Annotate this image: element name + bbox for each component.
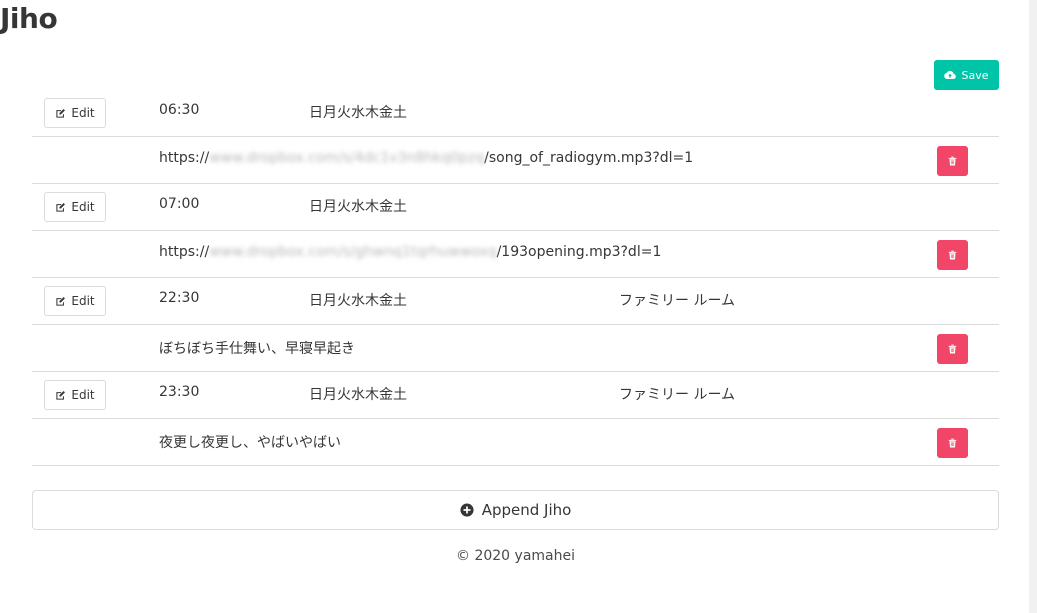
append-jiho-button[interactable]: Append Jiho <box>32 490 999 530</box>
entry-days: 日月火水木金土 <box>309 199 407 215</box>
trash-icon <box>948 344 957 354</box>
table-row: https://www.dropbox.com/s/ghwnq1tqrhuwwo… <box>32 231 999 278</box>
entry-days: 日月火水木金土 <box>309 293 407 309</box>
content-prefix: https:// <box>159 244 210 260</box>
trash-icon <box>948 250 957 260</box>
edit-button[interactable]: Edit <box>44 380 106 410</box>
delete-button[interactable] <box>937 146 968 176</box>
append-jiho-label: Append Jiho <box>481 501 572 519</box>
table-row: ぼちぼち手仕舞い、早寝早起き <box>32 325 999 372</box>
table-row: https://www.dropbox.com/s/4dc1v3n8hkq0pz… <box>32 137 999 184</box>
entry-time: 23:30 <box>159 384 200 400</box>
edit-button[interactable]: Edit <box>44 192 106 222</box>
save-button-label: Save <box>961 68 989 82</box>
entry-time: 06:30 <box>159 102 200 118</box>
page-title: Jiho <box>0 2 58 35</box>
edit-button-label: Edit <box>71 388 95 402</box>
entry-days: 日月火水木金土 <box>309 387 407 403</box>
entry-time: 22:30 <box>159 290 200 306</box>
trash-icon <box>948 438 957 448</box>
table-row: Edit 22:30 日月火水木金土 ファミリー ルーム <box>32 278 999 325</box>
trash-icon <box>948 156 957 166</box>
jiho-table: Edit 06:30 日月火水木金土 https://www.dropbox.c… <box>32 90 999 466</box>
entry-content: https://www.dropbox.com/s/4dc1v3n8hkq0pz… <box>159 150 693 166</box>
delete-button[interactable] <box>937 240 968 270</box>
footer-copyright: © 2020 yamahei <box>456 548 575 564</box>
delete-button[interactable] <box>937 334 968 364</box>
table-row: 夜更し夜更し、やばいやばい <box>32 419 999 466</box>
content-prefix: 夜更し夜更し、やばいやばい <box>159 435 341 451</box>
entry-days: 日月火水木金土 <box>309 105 407 121</box>
edit-icon <box>55 108 66 119</box>
edit-button[interactable]: Edit <box>44 98 106 128</box>
entry-content: https://www.dropbox.com/s/ghwnq1tqrhuwwo… <box>159 244 661 260</box>
plus-circle-icon <box>460 503 474 517</box>
edit-button-label: Edit <box>71 294 95 308</box>
entry-content: ぼちぼち手仕舞い、早寝早起き <box>159 338 355 358</box>
edit-button-label: Edit <box>71 200 95 214</box>
content-prefix: https:// <box>159 150 210 166</box>
table-row: Edit 23:30 日月火水木金土 ファミリー ルーム <box>32 372 999 419</box>
delete-button[interactable] <box>937 428 968 458</box>
content-suffix: /song_of_radiogym.mp3?dl=1 <box>484 150 694 166</box>
entry-device: ファミリー ルーム <box>619 293 736 309</box>
edit-icon <box>55 296 66 307</box>
content-blurred: www.dropbox.com/s/ghwnq1tqrhuwwoxq <box>209 244 497 260</box>
table-row: Edit 06:30 日月火水木金土 <box>32 90 999 137</box>
edit-icon <box>55 202 66 213</box>
content-suffix: /193opening.mp3?dl=1 <box>496 244 662 260</box>
entry-device: ファミリー ルーム <box>619 387 736 403</box>
edit-button-label: Edit <box>71 106 95 120</box>
content-blurred: www.dropbox.com/s/4dc1v3n8hkq0pzq <box>209 150 485 166</box>
edit-button[interactable]: Edit <box>44 286 106 316</box>
content-prefix: ぼちぼち手仕舞い、早寝早起き <box>159 341 355 357</box>
edit-icon <box>55 390 66 401</box>
entry-time: 07:00 <box>159 196 200 212</box>
entry-content: 夜更し夜更し、やばいやばい <box>159 432 341 452</box>
table-row: Edit 07:00 日月火水木金土 <box>32 184 999 231</box>
scrollbar[interactable] <box>1029 0 1037 613</box>
save-button[interactable]: Save <box>934 60 999 90</box>
cloud-upload-icon <box>944 70 957 80</box>
